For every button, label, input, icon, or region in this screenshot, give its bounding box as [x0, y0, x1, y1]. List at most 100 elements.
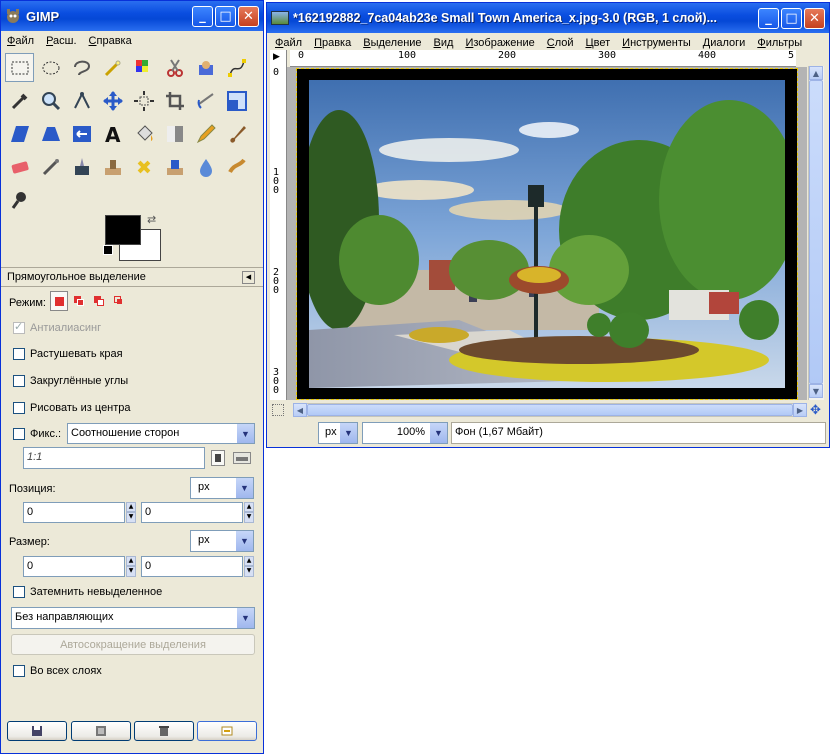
- tool-button-shear[interactable]: [5, 119, 34, 148]
- landscape-icon[interactable]: [233, 452, 251, 464]
- minimize-button[interactable]: _: [758, 7, 779, 29]
- fixed-checkbox[interactable]: [13, 428, 25, 440]
- zoom-fit-icon[interactable]: [272, 404, 284, 416]
- tool-button-perspective-clone[interactable]: [160, 152, 189, 181]
- menu-view[interactable]: Вид: [434, 37, 454, 49]
- tool-button-scale[interactable]: [222, 86, 251, 115]
- position-y-spinner-down[interactable]: ▼: [244, 512, 254, 523]
- tool-button-paths[interactable]: [222, 53, 251, 82]
- highlight-checkbox[interactable]: [13, 586, 25, 598]
- save-options-button[interactable]: [7, 721, 67, 741]
- tool-button-blur[interactable]: [191, 152, 220, 181]
- tool-button-heal[interactable]: [129, 152, 158, 181]
- tool-button-bucket-fill[interactable]: [129, 119, 158, 148]
- image-canvas[interactable]: [297, 69, 797, 399]
- tool-button-foreground-select[interactable]: [191, 53, 220, 82]
- restore-options-button[interactable]: [71, 721, 131, 741]
- size-width-spinner-up[interactable]: ▲: [126, 556, 136, 566]
- menu-tools[interactable]: Инструменты: [622, 37, 691, 49]
- mode-add-button[interactable]: [70, 291, 88, 311]
- tool-button-ink[interactable]: [67, 152, 96, 181]
- horizontal-ruler[interactable]: 0 100 200 300 400 5: [290, 50, 796, 67]
- menu-file[interactable]: Файл: [275, 37, 302, 49]
- antialias-checkbox[interactable]: [13, 320, 25, 334]
- tool-button-scissors[interactable]: [160, 53, 189, 82]
- menu-image[interactable]: Изображение: [465, 37, 534, 49]
- expand-from-center-checkbox[interactable]: [13, 402, 25, 414]
- horizontal-scrollbar[interactable]: ◀ ▶: [293, 403, 807, 417]
- size-width-spinner-down[interactable]: ▼: [126, 566, 136, 577]
- tool-button-lasso[interactable]: [67, 53, 96, 82]
- tool-button-blend[interactable]: [160, 119, 189, 148]
- tool-button-eraser[interactable]: [5, 152, 34, 181]
- tool-button-airbrush[interactable]: [36, 152, 65, 181]
- tool-button-pencil[interactable]: [191, 119, 220, 148]
- size-height-spinner-up[interactable]: ▲: [244, 556, 254, 566]
- position-y-spinner-up[interactable]: ▲: [244, 502, 254, 512]
- mode-intersect-button[interactable]: [110, 291, 128, 311]
- tool-button-flip[interactable]: [67, 119, 96, 148]
- image-titlebar[interactable]: *162192882_7ca04ab23e Small Town America…: [267, 3, 829, 33]
- aspect-ratio-input[interactable]: 1:1: [23, 447, 205, 469]
- close-button[interactable]: ✕: [238, 5, 259, 27]
- zoom-dropdown[interactable]: 100% ▼: [362, 422, 448, 444]
- color-selector[interactable]: ⇄: [103, 213, 165, 261]
- maximize-button[interactable]: □: [215, 5, 236, 27]
- scroll-down-arrow-icon[interactable]: ▼: [809, 384, 823, 398]
- menu-dialogs[interactable]: Диалоги: [703, 37, 746, 49]
- tool-button-color-picker[interactable]: [5, 86, 34, 115]
- zoom-value[interactable]: 100%: [397, 426, 425, 438]
- reset-options-button[interactable]: [197, 721, 257, 741]
- scroll-left-arrow-icon[interactable]: ◀: [293, 403, 307, 417]
- size-unit-dropdown[interactable]: px ▼: [190, 530, 254, 552]
- tool-button-clone[interactable]: [98, 152, 127, 181]
- delete-options-button[interactable]: [134, 721, 194, 741]
- tool-button-dodge-burn[interactable]: [5, 185, 34, 214]
- tool-button-paintbrush[interactable]: [222, 119, 251, 148]
- vertical-scroll-thumb[interactable]: [809, 80, 823, 384]
- menu-select[interactable]: Выделение: [363, 37, 421, 49]
- tool-button-zoom[interactable]: [36, 86, 65, 115]
- shrink-merged-checkbox[interactable]: [13, 665, 25, 677]
- default-colors-icon[interactable]: [103, 245, 113, 255]
- tool-button-rect-select[interactable]: [5, 53, 34, 82]
- feather-checkbox[interactable]: [13, 348, 25, 360]
- tool-button-crop[interactable]: [160, 86, 189, 115]
- unit-dropdown[interactable]: px ▼: [318, 422, 358, 444]
- menu-extensions[interactable]: Расш.: [46, 35, 76, 47]
- minimize-button[interactable]: _: [192, 5, 213, 27]
- menu-edit[interactable]: Правка: [314, 37, 351, 49]
- guides-dropdown[interactable]: Без направляющих ▼: [11, 607, 255, 629]
- tool-button-color-select[interactable]: [129, 53, 158, 82]
- menu-file[interactable]: Файл: [7, 35, 34, 47]
- position-x-input[interactable]: 0: [23, 502, 125, 523]
- ruler-corner[interactable]: ▶: [270, 50, 287, 67]
- vertical-scrollbar[interactable]: ▲ ▼: [808, 66, 824, 400]
- mode-replace-button[interactable]: [50, 291, 68, 311]
- size-width-input[interactable]: 0: [23, 556, 125, 577]
- foreground-color-swatch[interactable]: [105, 215, 141, 245]
- size-height-spinner-down[interactable]: ▼: [244, 566, 254, 577]
- navigate-icon[interactable]: ✥: [810, 403, 821, 418]
- menu-layer[interactable]: Слой: [547, 37, 574, 49]
- close-button[interactable]: ✕: [804, 7, 825, 29]
- position-x-spinner-down[interactable]: ▼: [126, 512, 136, 523]
- size-height-input[interactable]: 0: [141, 556, 243, 577]
- swap-colors-icon[interactable]: ⇄: [147, 213, 156, 226]
- tool-button-move[interactable]: [98, 86, 127, 115]
- horizontal-scroll-thumb[interactable]: [307, 404, 793, 416]
- tool-button-align[interactable]: [129, 86, 158, 115]
- tool-button-rotate[interactable]: [191, 86, 220, 115]
- tool-button-perspective[interactable]: [36, 119, 65, 148]
- tool-button-smudge[interactable]: [222, 152, 251, 181]
- fixed-mode-dropdown[interactable]: Соотношение сторон ▼: [67, 423, 255, 444]
- tool-button-ellipse-select[interactable]: [36, 53, 65, 82]
- menu-colors[interactable]: Цвет: [586, 37, 611, 49]
- menu-filters[interactable]: Фильтры: [757, 37, 802, 49]
- scroll-up-arrow-icon[interactable]: ▲: [809, 66, 823, 80]
- position-y-input[interactable]: 0: [141, 502, 243, 523]
- auto-shrink-button[interactable]: Автосокращение выделения: [11, 634, 255, 655]
- tool-button-measure[interactable]: [67, 86, 96, 115]
- menu-help[interactable]: Справка: [89, 35, 132, 47]
- maximize-button[interactable]: □: [781, 7, 802, 29]
